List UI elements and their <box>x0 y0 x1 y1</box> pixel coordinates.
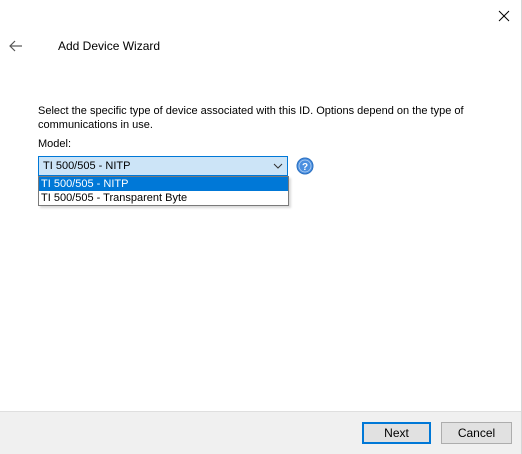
close-icon <box>498 10 510 22</box>
next-button[interactable]: Next <box>362 422 431 444</box>
model-label: Model: <box>38 138 72 150</box>
back-button[interactable] <box>6 36 26 56</box>
model-option-transparent-byte[interactable]: TI 500/505 - Transparent Byte <box>39 191 288 205</box>
add-device-wizard-window: Add Device Wizard Select the specific ty… <box>0 0 522 454</box>
instruction-text: Select the specific type of device assoc… <box>38 105 464 131</box>
wizard-title: Add Device Wizard <box>58 39 161 53</box>
wizard-footer: Next Cancel <box>0 411 521 454</box>
cancel-button[interactable]: Cancel <box>441 422 512 444</box>
model-dropdown-list: TI 500/505 - NITP TI 500/505 - Transpare… <box>38 176 289 206</box>
svg-text:?: ? <box>302 162 308 173</box>
model-select[interactable]: TI 500/505 - NITP <box>38 156 288 176</box>
close-button[interactable] <box>492 6 516 26</box>
help-button[interactable]: ? <box>296 157 314 175</box>
help-icon: ? <box>296 157 314 175</box>
chevron-down-icon <box>273 163 283 169</box>
model-option-nitp[interactable]: TI 500/505 - NITP <box>39 177 288 191</box>
model-select-value: TI 500/505 - NITP <box>43 160 131 172</box>
back-arrow-icon <box>9 40 22 52</box>
